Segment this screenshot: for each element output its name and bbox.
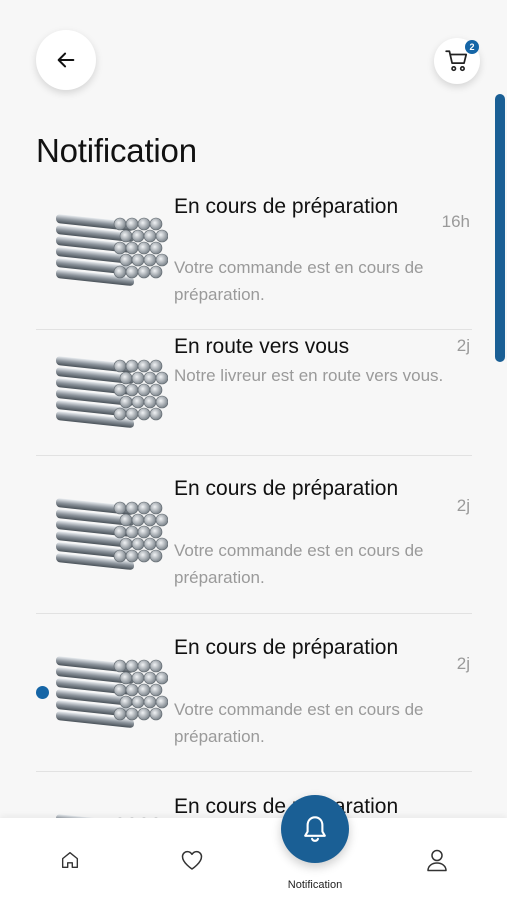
notification-time: 2j	[456, 654, 470, 673]
unread-indicator	[36, 686, 49, 699]
bell-icon	[304, 816, 326, 842]
bottom-nav	[0, 818, 507, 900]
notification-title: En cours de préparation	[174, 636, 399, 659]
nav-profile-button[interactable]	[417, 840, 457, 880]
notification-thumbnail	[56, 352, 169, 432]
notification-description: Votre commande est en cours de préparati…	[174, 258, 424, 304]
home-icon	[61, 851, 79, 869]
notification-time: 2j	[456, 496, 470, 515]
nav-notification-label: Notification	[287, 879, 343, 891]
notification-time: 16h	[441, 212, 470, 231]
scrollbar[interactable]	[495, 94, 505, 362]
user-icon	[427, 849, 447, 872]
notification-thumbnail	[56, 210, 169, 290]
nav-notification-button[interactable]	[281, 795, 349, 863]
cart-count-badge: 2	[465, 40, 479, 54]
notification-item[interactable]: En cours de préparation Votre commande es…	[36, 456, 472, 614]
page-title: Notification	[36, 132, 197, 169]
status-bar	[0, 0, 507, 28]
notification-description: Votre commande est en cours de préparati…	[174, 541, 424, 587]
nav-home-button[interactable]	[50, 840, 90, 880]
notification-thumbnail	[56, 652, 169, 732]
notification-item[interactable]: En cours de préparation Votre commande es…	[36, 190, 472, 330]
notification-description: Votre commande est en cours de préparati…	[174, 700, 424, 746]
notification-title: En cours de préparation	[174, 477, 399, 500]
notification-thumbnail	[56, 494, 169, 574]
notification-title: En route vers vous	[174, 335, 350, 358]
notification-description: Notre livreur est en route vers vous.	[174, 366, 444, 385]
notification-time: 2j	[456, 336, 470, 355]
notification-title: En cours de préparation	[174, 195, 399, 218]
notification-list: En cours de préparation Votre commande es…	[36, 190, 472, 900]
back-button[interactable]	[36, 30, 96, 90]
heart-icon	[181, 850, 203, 870]
notification-screen: 2 Notification En cours de préparation Vo…	[0, 0, 507, 900]
arrow-left-icon	[57, 52, 75, 68]
notification-item[interactable]: En cours de préparation Votre commande es…	[36, 614, 472, 772]
nav-favorites-button[interactable]	[172, 840, 212, 880]
cart-button[interactable]: 2	[434, 38, 480, 84]
notification-item[interactable]: En route vers vous Notre livreur est en r…	[36, 330, 472, 456]
